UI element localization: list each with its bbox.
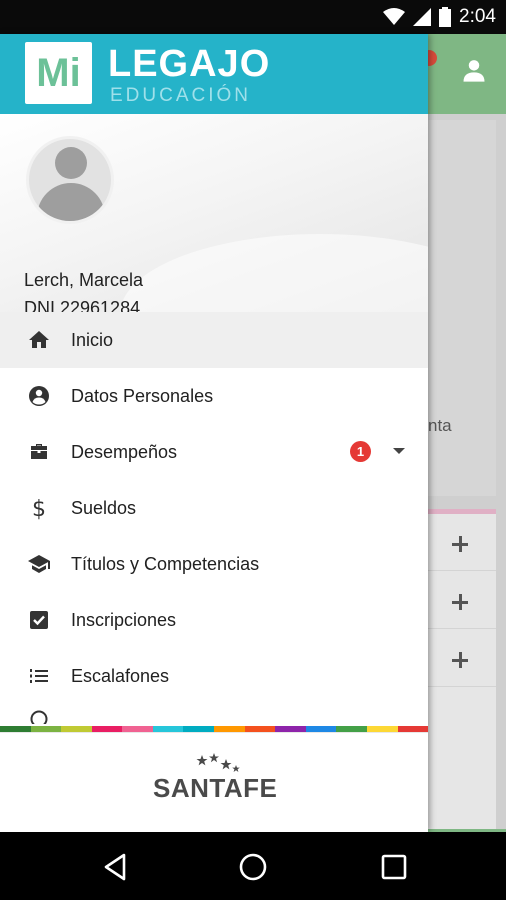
logo-title: LEGAJO xyxy=(108,43,271,85)
history-icon xyxy=(30,710,48,724)
menu-item-label: Datos Personales xyxy=(71,386,214,406)
menu-item-escalafones[interactable]: Escalafones xyxy=(0,648,428,704)
plus-icon[interactable] xyxy=(452,536,468,552)
menu-item-label: Inicio xyxy=(71,330,114,350)
drawer-footer: SANTAFE xyxy=(0,732,428,832)
graduation-cap-icon xyxy=(28,555,50,573)
home-icon xyxy=(29,331,49,348)
navigation-drawer: Mi LEGAJO EDUCACIÓN Lerch, Marcela DNI 2… xyxy=(0,34,428,832)
clock: 2:04 xyxy=(459,6,496,27)
avatar[interactable] xyxy=(26,136,114,224)
briefcase-icon xyxy=(31,444,47,459)
user-dni: DNI 22961284 xyxy=(24,298,141,312)
dollar-icon: $ xyxy=(32,497,46,520)
menu-item-label: Títulos y Competencias xyxy=(71,554,260,574)
account-circle-icon xyxy=(29,386,49,406)
chevron-down-icon[interactable] xyxy=(393,448,405,454)
menu-item-desempenos[interactable]: Desempeños 1 xyxy=(0,424,428,480)
app-logo: Mi xyxy=(25,42,92,104)
logo-badge-text: Mi xyxy=(36,51,81,95)
back-icon[interactable] xyxy=(100,852,130,882)
menu-item-titulos[interactable]: Títulos y Competencias xyxy=(0,536,428,592)
menu-item-inscripciones[interactable]: Inscripciones xyxy=(0,592,428,648)
plus-icon[interactable] xyxy=(452,594,468,610)
user-icon[interactable] xyxy=(460,56,488,84)
cell-signal-icon xyxy=(413,8,432,26)
drawer-menu: Inicio Datos Personales Desempeños 1 $ S… xyxy=(0,312,428,724)
drawer-header: Mi LEGAJO EDUCACIÓN xyxy=(0,34,428,114)
menu-item-datos-personales[interactable]: Datos Personales xyxy=(0,368,428,424)
menu-item-inicio[interactable]: Inicio xyxy=(0,312,428,368)
recents-icon[interactable] xyxy=(379,852,409,882)
profile-section: Lerch, Marcela DNI 22961284 xyxy=(0,114,428,312)
status-icons: 2:04 xyxy=(383,6,496,28)
plus-icon[interactable] xyxy=(452,652,468,668)
wifi-icon xyxy=(383,8,406,25)
notification-badge: 1 xyxy=(350,441,371,462)
menu-item-partial[interactable] xyxy=(0,704,428,724)
menu-item-label: Sueldos xyxy=(71,498,137,518)
logo-subtitle: EDUCACIÓN xyxy=(110,85,252,106)
battery-icon xyxy=(439,7,452,27)
system-nav-bar xyxy=(0,832,506,900)
menu-item-label: Inscripciones xyxy=(71,610,177,630)
svg-text:$: $ xyxy=(32,497,46,520)
menu-item-label: Escalafones xyxy=(71,666,170,686)
status-bar: 2:04 xyxy=(0,0,506,34)
santafe-logo: SANTAFE xyxy=(153,773,278,803)
background-card-text: nta xyxy=(428,416,452,435)
menu-item-label: Desempeños xyxy=(71,442,178,462)
home-circle-icon[interactable] xyxy=(238,852,268,882)
user-name: Lerch, Marcela xyxy=(24,270,144,290)
ordered-list-icon xyxy=(30,669,48,683)
menu-item-sueldos[interactable]: $ Sueldos xyxy=(0,480,428,536)
background-card xyxy=(428,120,496,496)
checkbox-icon xyxy=(30,611,48,629)
